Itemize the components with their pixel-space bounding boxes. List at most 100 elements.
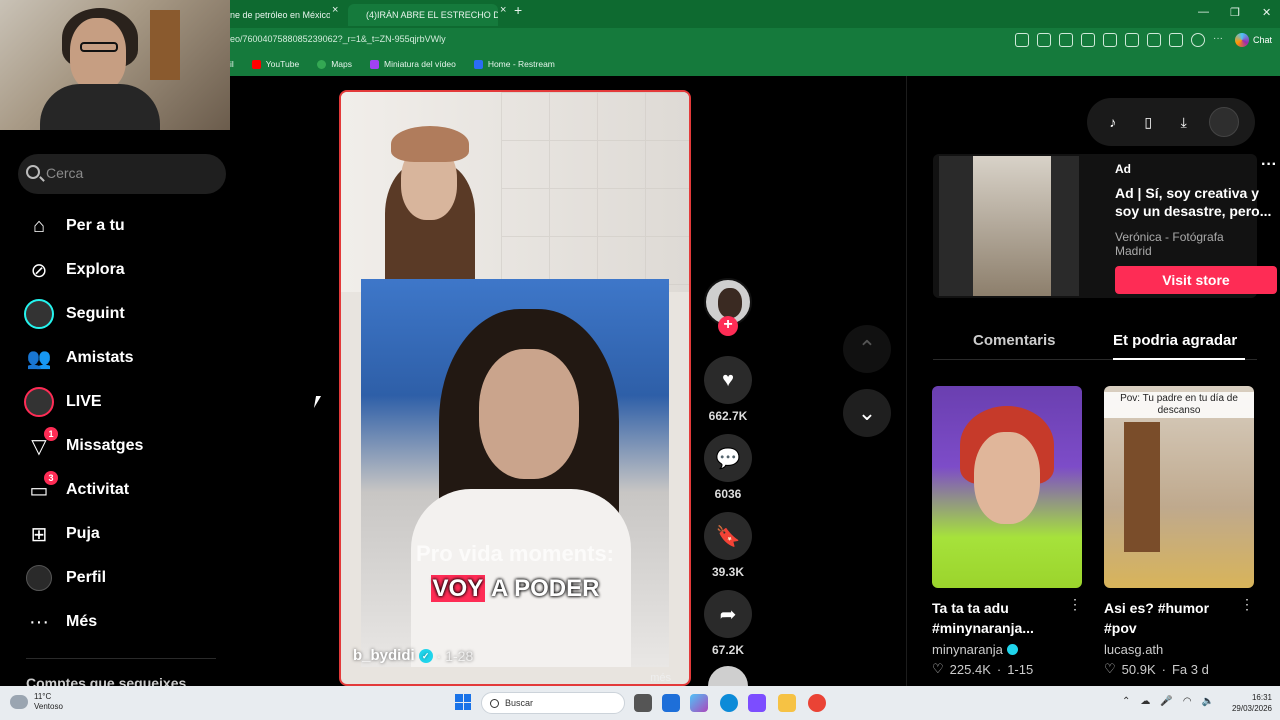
bookmark-icon: 🔖 bbox=[715, 525, 741, 548]
like-button[interactable]: ♥ bbox=[704, 356, 752, 404]
right-panel: ♪ ▯ ⤓ Ad ··· Ad | Sí, soy creativa y soy… bbox=[906, 76, 1280, 686]
task-view-icon[interactable] bbox=[634, 694, 652, 712]
sidebar-item-activitat[interactable]: ▭ 3 Activitat bbox=[24, 471, 129, 506]
more-link[interactable]: més bbox=[650, 672, 671, 684]
copilot-icon[interactable] bbox=[690, 694, 708, 712]
caption-highlight: VOY bbox=[430, 575, 486, 602]
previous-video-button[interactable]: ⌃ bbox=[843, 325, 891, 373]
recommendation-title[interactable]: Asi es? #humor #pov bbox=[1104, 598, 1244, 638]
more-options-icon[interactable]: ⋮ bbox=[1068, 596, 1082, 613]
ad-thumbnail[interactable] bbox=[939, 156, 1079, 296]
ad-title[interactable]: Ad | Sí, soy creativa y soy un desastre,… bbox=[1115, 184, 1277, 220]
recommendation-card[interactable]: Ta ta ta adu #minynaranja... ⋮ minynaran… bbox=[932, 386, 1082, 677]
close-icon[interactable]: × bbox=[500, 4, 506, 16]
start-button[interactable] bbox=[455, 694, 471, 710]
ad-tag: Ad bbox=[1115, 162, 1131, 176]
volume-icon[interactable]: 🔈 bbox=[1202, 696, 1214, 707]
next-video-button[interactable]: ⌄ bbox=[843, 389, 891, 437]
chat-label: Chat bbox=[1252, 35, 1272, 45]
zoom-icon[interactable] bbox=[1058, 33, 1073, 47]
sidebar-item-perfil[interactable]: Perfil bbox=[24, 562, 106, 594]
file-explorer-icon[interactable] bbox=[778, 694, 796, 712]
app-available-icon[interactable] bbox=[1014, 33, 1029, 47]
sidebar-item-seguint[interactable]: Seguint bbox=[24, 298, 125, 330]
search-placeholder: Cerca bbox=[46, 165, 84, 181]
ad-card[interactable]: Ad ··· Ad | Sí, soy creativa y soy un de… bbox=[933, 154, 1277, 298]
tab-iran[interactable]: (4)IRÁN ABRE EL ESTRECHO DE OR bbox=[348, 4, 498, 26]
sidebar-item-mes[interactable]: ··· Més bbox=[24, 606, 97, 638]
tab-comments[interactable]: Comentaris bbox=[973, 332, 1056, 349]
menu-dots-icon[interactable]: ··· bbox=[1213, 33, 1227, 47]
microphone-icon[interactable]: 🎤 bbox=[1160, 696, 1172, 707]
visit-store-button[interactable]: Visit store bbox=[1115, 266, 1277, 294]
sound-avatar[interactable] bbox=[708, 666, 748, 686]
bookmark-thumbnail[interactable]: Miniatura del vídeo bbox=[369, 59, 456, 69]
user-avatar[interactable] bbox=[1209, 107, 1240, 137]
profile-avatar bbox=[24, 563, 54, 593]
recommendation-author[interactable]: lucasg.ath bbox=[1104, 642, 1254, 657]
bookmark-restream[interactable]: Home - Restream bbox=[473, 59, 555, 69]
refresh-icon[interactable] bbox=[1102, 33, 1117, 47]
sidebar-item-label: Explora bbox=[66, 261, 125, 278]
split-screen-icon[interactable] bbox=[1146, 33, 1161, 47]
mouse-cursor bbox=[313, 396, 322, 408]
taskbar-search[interactable]: Buscar bbox=[481, 692, 625, 714]
search-input[interactable]: Cerca bbox=[18, 154, 226, 194]
friends-icon: 👥 bbox=[26, 347, 52, 370]
tab-recommended[interactable]: Et podria agradar bbox=[1113, 332, 1237, 349]
store-icon[interactable] bbox=[662, 694, 680, 712]
close-window-icon[interactable]: ✕ bbox=[1262, 6, 1271, 19]
more-options-icon[interactable]: ··· bbox=[1261, 156, 1277, 174]
minimize-icon[interactable]: — bbox=[1198, 6, 1209, 18]
restore-icon[interactable]: ❐ bbox=[1230, 6, 1240, 19]
sidebar-item-puja[interactable]: ⊞ Puja bbox=[24, 518, 100, 550]
copilot-chat-button[interactable]: Chat bbox=[1234, 33, 1272, 47]
comment-button[interactable]: 💬 bbox=[704, 434, 752, 482]
recommendation-thumbnail[interactable] bbox=[932, 386, 1082, 588]
bookmark-item[interactable]: il bbox=[230, 59, 234, 69]
edge-icon[interactable] bbox=[720, 694, 738, 712]
wifi-icon[interactable]: ◠ bbox=[1183, 696, 1192, 707]
app-icon[interactable] bbox=[748, 694, 766, 712]
upload-icon: ⊞ bbox=[30, 523, 48, 546]
more-options-icon[interactable]: ⋮ bbox=[1240, 596, 1254, 613]
close-icon[interactable]: × bbox=[332, 4, 338, 16]
translate-icon[interactable] bbox=[1036, 33, 1051, 47]
cloud-sync-icon[interactable]: ☁ bbox=[1140, 696, 1150, 707]
weather-widget[interactable]: 11°C Ventoso bbox=[10, 692, 63, 712]
heart-outline-icon: ♡ bbox=[1104, 661, 1116, 676]
bookmark-maps[interactable]: Maps bbox=[317, 59, 352, 69]
sidebar-item-amistats[interactable]: 👥 Amistats bbox=[24, 342, 134, 374]
recommendation-title[interactable]: Ta ta ta adu #minynaranja... bbox=[932, 598, 1072, 638]
sidebar-item-per-a-tu[interactable]: ⌂ Per a tu bbox=[24, 210, 125, 242]
recommendation-thumbnail[interactable]: Pov: Tu padre en tu día de descanso bbox=[1104, 386, 1254, 588]
video-date: · 1-28 bbox=[436, 647, 474, 664]
sidebar-item-label: Més bbox=[66, 613, 98, 630]
download-icon[interactable]: ⤓ bbox=[1174, 112, 1194, 132]
address-bar[interactable]: eo/7600407588085239062?_r=1&_t=ZN-955qjr… bbox=[230, 30, 1280, 52]
video-player[interactable]: Pro vida moments: VOY A PODER b_bydidi ✓… bbox=[339, 90, 691, 686]
save-button[interactable]: 🔖 bbox=[704, 512, 752, 560]
chrome-icon[interactable] bbox=[808, 694, 826, 712]
recommendation-author[interactable]: minynaranja bbox=[932, 642, 1082, 657]
heart-outline-icon: ♡ bbox=[932, 661, 944, 676]
sidebar-item-missatges[interactable]: ▽ 1 Missatges bbox=[24, 427, 143, 462]
tab-petroleo[interactable]: ne de petróleo en México: C bbox=[230, 4, 330, 26]
recommendation-card[interactable]: Pov: Tu padre en tu día de descanso Asi … bbox=[1104, 386, 1254, 677]
sidebar-item-live[interactable]: LIVE bbox=[24, 386, 102, 418]
profile-avatar[interactable] bbox=[1190, 33, 1205, 47]
chevron-up-icon[interactable]: ⌃ bbox=[1122, 696, 1130, 707]
follow-button[interactable]: + bbox=[718, 316, 738, 336]
sidebar-item-explora[interactable]: ⊘ Explora bbox=[24, 254, 125, 286]
tiktok-icon[interactable]: ♪ bbox=[1103, 112, 1123, 132]
phone-icon[interactable]: ▯ bbox=[1138, 112, 1158, 132]
extensions-icon[interactable] bbox=[1124, 33, 1139, 47]
share-button[interactable]: ➦ bbox=[704, 590, 752, 638]
clock[interactable]: 16:31 29/03/2026 bbox=[1226, 692, 1272, 714]
favorites-icon[interactable] bbox=[1168, 33, 1183, 47]
new-tab-button[interactable]: + bbox=[514, 2, 522, 18]
bookmark-youtube[interactable]: YouTube bbox=[251, 59, 299, 69]
favorite-star-icon[interactable] bbox=[1080, 33, 1095, 47]
video-author[interactable]: b_bydidi ✓ · 1-28 bbox=[353, 647, 473, 664]
url-text[interactable]: eo/7600407588085239062?_r=1&_t=ZN-955qjr… bbox=[230, 34, 446, 44]
